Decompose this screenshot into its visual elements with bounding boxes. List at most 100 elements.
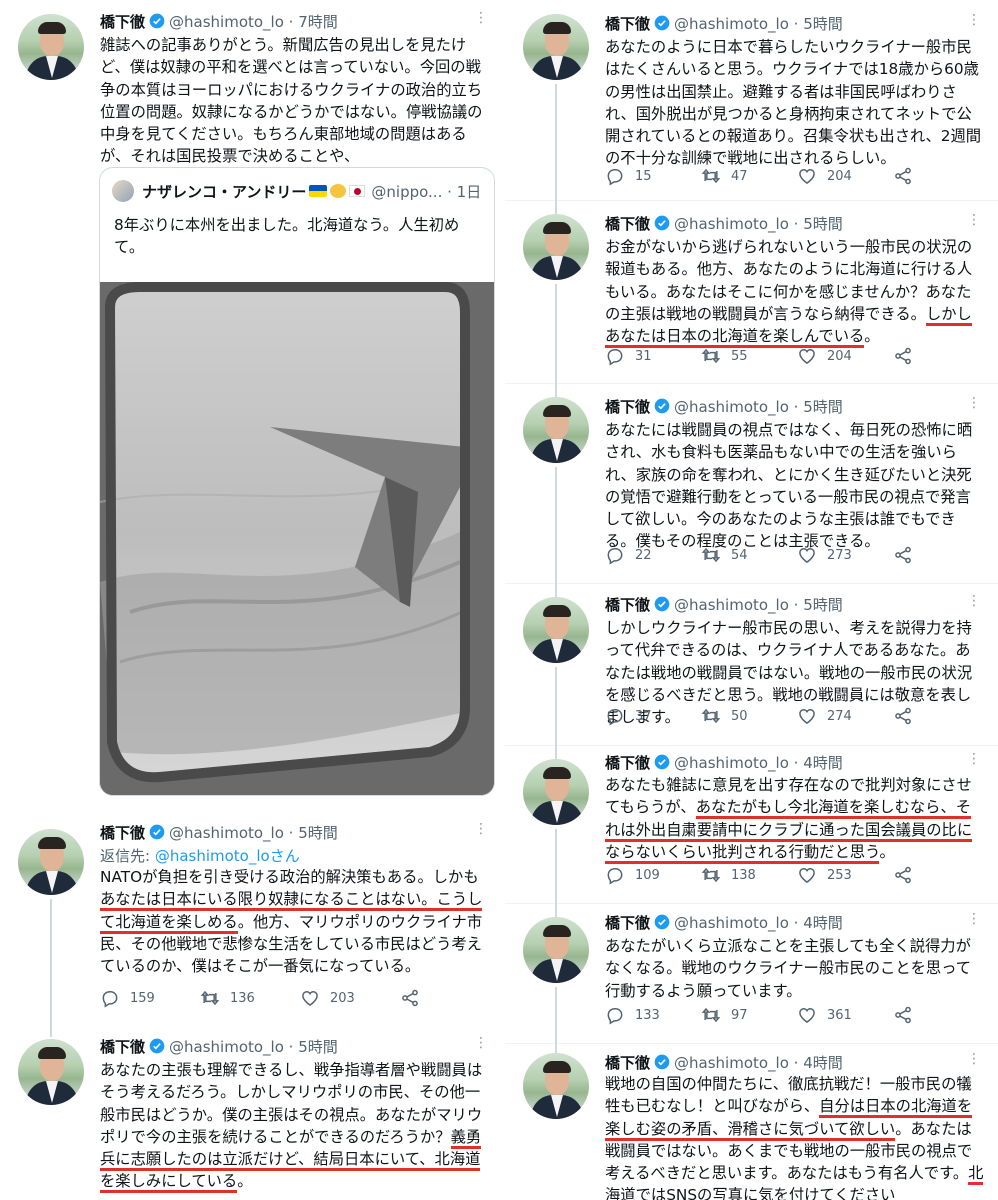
- thread-line: [555, 84, 557, 200]
- reply-button[interactable]: 133: [605, 1005, 701, 1025]
- avatar[interactable]: [18, 14, 84, 80]
- avatar[interactable]: [18, 829, 84, 895]
- retweet-button[interactable]: 97: [701, 1005, 797, 1025]
- retweet-button[interactable]: 138: [701, 865, 797, 885]
- more-dots-icon[interactable]: ⋮: [967, 911, 981, 927]
- more-dots-icon[interactable]: ⋮: [474, 1035, 488, 1051]
- author-handle-time[interactable]: @hashimoto_lo · 5時間: [674, 396, 843, 417]
- reply-to-handle-link[interactable]: @hashimoto_loさん: [155, 847, 300, 865]
- like-button[interactable]: 204: [797, 166, 893, 186]
- tweet-card[interactable]: 橋下徹 @hashimoto_lo · 5時間 ⋮ しかしウクライナー般市民の思…: [505, 583, 998, 745]
- author-name[interactable]: 橋下徹: [100, 11, 145, 32]
- more-dots-icon[interactable]: ⋮: [967, 593, 981, 609]
- avatar[interactable]: [523, 597, 589, 663]
- author-name[interactable]: 橋下徹: [605, 912, 650, 933]
- retweet-count: 97: [731, 1007, 748, 1023]
- like-button[interactable]: 253: [797, 865, 893, 885]
- tweet-card[interactable]: 橋下徹 @hashimoto_lo · 5時間 ⋮ お金がないから逃げられないと…: [505, 200, 998, 383]
- more-dots-icon[interactable]: ⋮: [474, 821, 488, 837]
- like-button[interactable]: 203: [300, 988, 400, 1008]
- more-dots-icon[interactable]: ⋮: [967, 212, 981, 228]
- avatar[interactable]: [523, 397, 589, 463]
- thread-line: [555, 200, 557, 214]
- reply-button[interactable]: 31: [605, 346, 701, 366]
- tweet-card[interactable]: 橋下徹 @hashimoto_lo · 5時間 ⋮ あなたの主張も理解できるし、…: [0, 1025, 505, 1200]
- like-button[interactable]: 274: [797, 706, 893, 726]
- more-dots-icon[interactable]: ⋮: [967, 395, 981, 411]
- author-name[interactable]: 橋下徹: [605, 213, 650, 234]
- author-handle-time[interactable]: @hashimoto_lo · 4時間: [674, 912, 843, 933]
- retweet-button[interactable]: 136: [200, 988, 300, 1008]
- tweet-card[interactable]: 橋下徹 @hashimoto_lo · 5時間 ⋮ 返信先: @hashimot…: [0, 815, 505, 1025]
- author-handle-time[interactable]: @hashimoto_lo · 5時間: [674, 13, 843, 34]
- share-button[interactable]: [400, 988, 420, 1008]
- like-button[interactable]: 273: [797, 545, 893, 565]
- tweet-actions: 109 138 253: [605, 863, 938, 887]
- avatar[interactable]: [523, 759, 589, 825]
- tweet-card[interactable]: 橋下徹 @hashimoto_lo · 7時間 ⋮ 雑誌への記事ありがとう。新聞…: [0, 0, 505, 815]
- reply-button[interactable]: 22: [605, 545, 701, 565]
- reply-button[interactable]: 15: [605, 166, 701, 186]
- author-name[interactable]: 橋下徹: [605, 594, 650, 615]
- author-handle-time[interactable]: @hashimoto_lo · 4時間: [674, 1052, 843, 1073]
- retweet-button[interactable]: 55: [701, 346, 797, 366]
- author-handle-time[interactable]: @hashimoto_lo · 7時間: [169, 11, 338, 32]
- like-button[interactable]: 361: [797, 1005, 893, 1025]
- like-button[interactable]: 204: [797, 346, 893, 366]
- share-icon: [893, 346, 913, 366]
- avatar[interactable]: [523, 1053, 589, 1119]
- more-dots-icon[interactable]: ⋮: [474, 10, 488, 26]
- tweet-actions: 15 47 204: [605, 164, 938, 188]
- tweet-card[interactable]: 橋下徹 @hashimoto_lo · 5時間 ⋮ あなたのように日本で暮らした…: [505, 0, 998, 200]
- author-handle-time[interactable]: @hashimoto_lo · 4時間: [674, 752, 843, 773]
- author-name[interactable]: 橋下徹: [605, 1052, 650, 1073]
- more-dots-icon[interactable]: ⋮: [967, 12, 981, 28]
- author-name[interactable]: 橋下徹: [605, 396, 650, 417]
- tweet-card[interactable]: 橋下徹 @hashimoto_lo · 5時間 ⋮ あなたには戦闘員の視点ではな…: [505, 383, 998, 583]
- reply-icon: [605, 1005, 625, 1025]
- tweet-card[interactable]: 橋下徹 @hashimoto_lo · 4時間 ⋮ 戦地の自国の仲間たちに、徹底…: [505, 1043, 998, 1200]
- tweet-header: 橋下徹 @hashimoto_lo · 4時間: [605, 749, 978, 775]
- reply-button[interactable]: 37: [605, 706, 701, 726]
- reply-icon: [605, 166, 625, 186]
- reply-button[interactable]: 159: [100, 988, 200, 1008]
- author-name[interactable]: 橋下徹: [605, 13, 650, 34]
- tweet-text: あなたがいくら立派なことを主張しても全く説得力がなくなる。戦地のウクライナー般市…: [605, 937, 972, 1000]
- author-handle-time[interactable]: @hashimoto_lo · 5時間: [169, 822, 338, 843]
- avatar[interactable]: [523, 14, 589, 80]
- author-name[interactable]: 橋下徹: [100, 1036, 145, 1057]
- tweet-card[interactable]: 橋下徹 @hashimoto_lo · 4時間 ⋮ あなたも雑誌に意見を出す存在…: [505, 745, 998, 903]
- tweet-text-part: お金がないから逃げられないという一般市民の状況の報道もある。他方、あなたのように…: [605, 238, 973, 323]
- retweet-button[interactable]: 54: [701, 545, 797, 565]
- heart-icon: [797, 545, 817, 565]
- share-button[interactable]: [893, 346, 913, 366]
- share-button[interactable]: [893, 1005, 913, 1025]
- retweet-button[interactable]: 50: [701, 706, 797, 726]
- share-button[interactable]: [893, 865, 913, 885]
- quoted-tweet[interactable]: ナザレンコ・アンドリー @nippo... · 1日 8年ぶりに本州を出ました。…: [99, 167, 495, 796]
- avatar[interactable]: [523, 917, 589, 983]
- reply-button[interactable]: 109: [605, 865, 701, 885]
- avatar[interactable]: [523, 214, 589, 280]
- author-name[interactable]: 橋下徹: [100, 822, 145, 843]
- author-handle-time[interactable]: @hashimoto_lo · 5時間: [674, 213, 843, 234]
- author-name[interactable]: 橋下徹: [605, 752, 650, 773]
- author-handle-time[interactable]: @hashimoto_lo · 5時間: [169, 1036, 338, 1057]
- more-dots-icon[interactable]: ⋮: [967, 751, 981, 767]
- share-button[interactable]: [893, 166, 913, 186]
- share-button[interactable]: [893, 706, 913, 726]
- tweet-text-part: 。: [237, 1172, 253, 1191]
- verified-badge-icon: [654, 215, 670, 231]
- japan-flag-icon: [349, 185, 366, 197]
- airplane-window-photo[interactable]: [100, 282, 494, 795]
- tweet-header: 橋下徹 @hashimoto_lo · 5時間: [100, 819, 485, 845]
- avatar[interactable]: [18, 1039, 84, 1105]
- more-dots-icon[interactable]: ⋮: [967, 1051, 981, 1067]
- share-button[interactable]: [893, 545, 913, 565]
- retweet-button[interactable]: 47: [701, 166, 797, 186]
- author-handle-time[interactable]: @hashimoto_lo · 5時間: [674, 594, 843, 615]
- verified-badge-icon: [654, 914, 670, 930]
- verified-badge-icon: [654, 596, 670, 612]
- reply-icon: [100, 988, 120, 1008]
- tweet-card[interactable]: 橋下徹 @hashimoto_lo · 4時間 ⋮ あなたがいくら立派なことを主…: [505, 903, 998, 1043]
